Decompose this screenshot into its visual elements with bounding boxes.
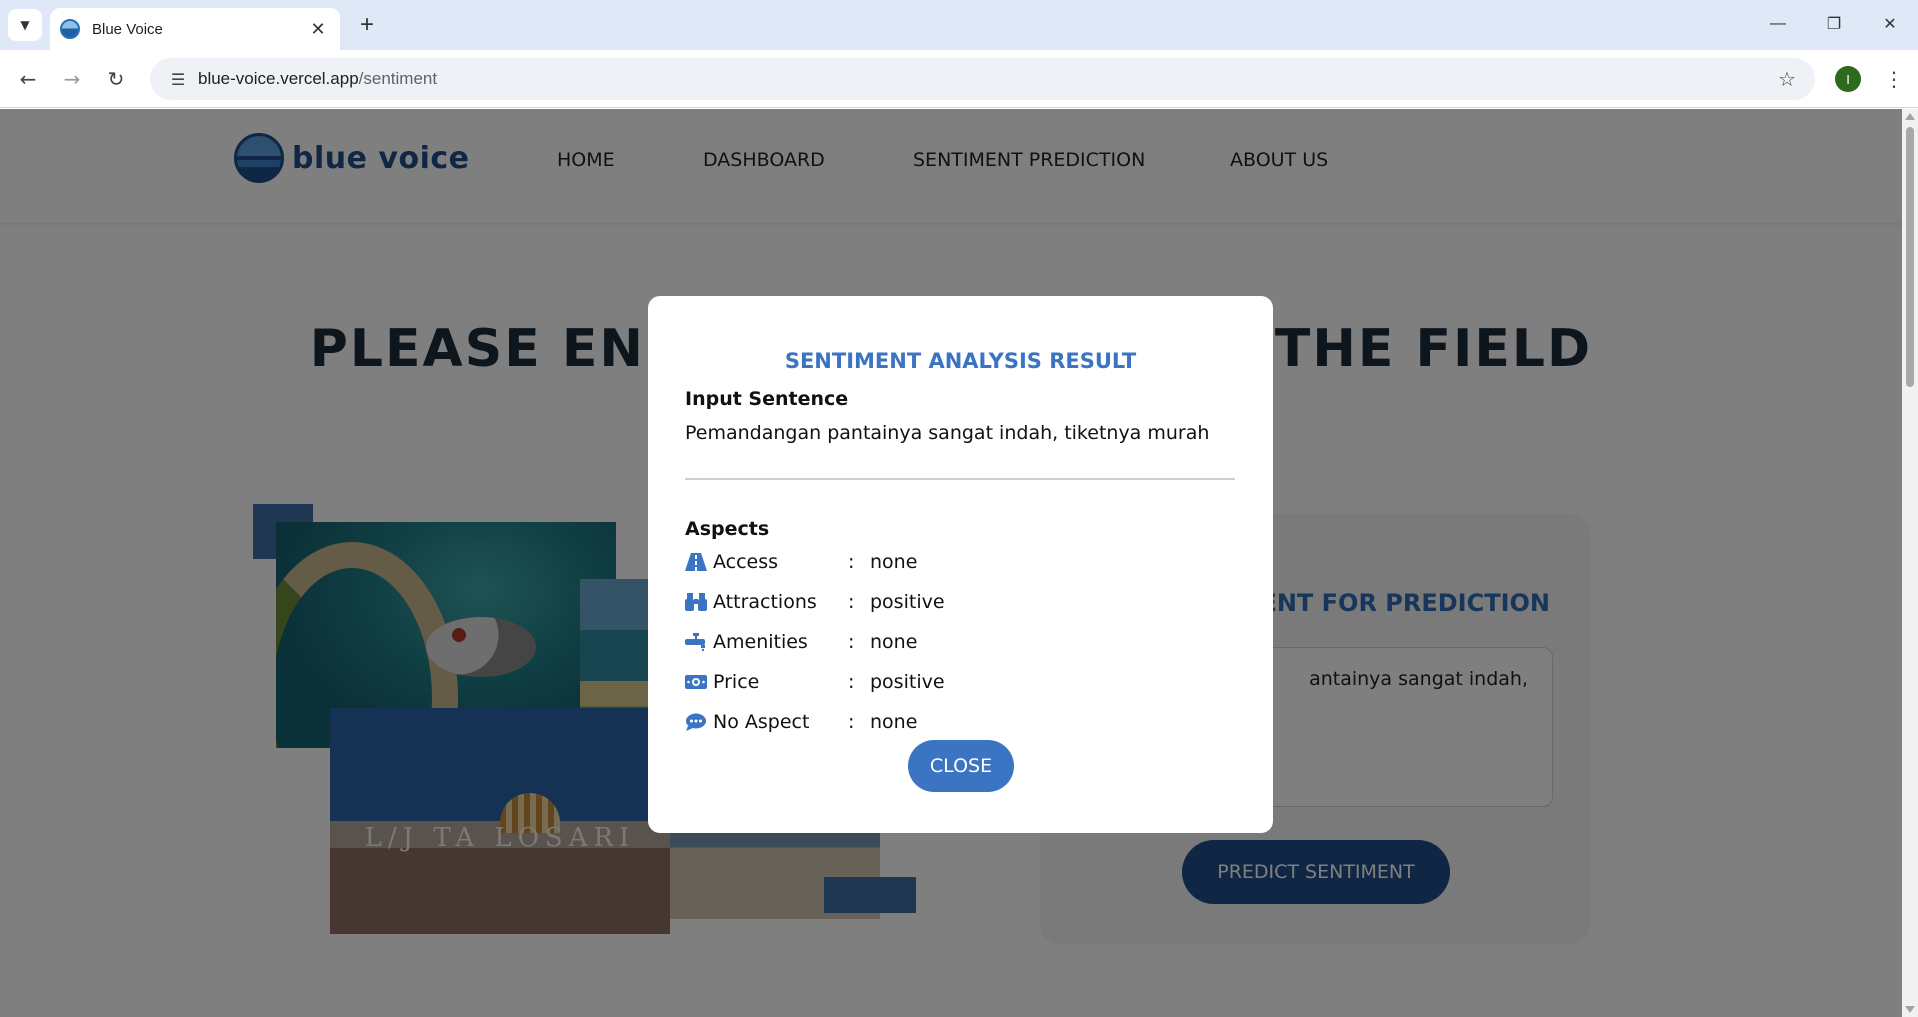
restore-button[interactable]: ❐ xyxy=(1806,0,1862,48)
arrow-left-icon: ← xyxy=(19,67,37,91)
aspect-separator: : xyxy=(848,671,855,693)
aspect-name: Amenities xyxy=(713,631,808,653)
input-sentence-text: Pemandangan pantainya sangat indah, tike… xyxy=(685,418,1235,480)
minimize-button[interactable]: — xyxy=(1750,0,1806,48)
new-tab-button[interactable]: + xyxy=(352,10,382,40)
sentiment-result-modal: SENTIMENT ANALYSIS RESULT Input Sentence… xyxy=(648,296,1273,833)
url-path: /sentiment xyxy=(358,69,438,88)
aspect-separator: : xyxy=(848,631,855,653)
aspect-row-amenities: Amenities : none xyxy=(685,627,1020,657)
aspect-row-no-aspect: No Aspect : none xyxy=(685,707,1020,737)
tab-title: Blue Voice xyxy=(92,20,163,38)
forward-button[interactable]: → xyxy=(56,63,88,95)
aspect-row-access: Access : none xyxy=(685,547,1020,577)
input-sentence-label: Input Sentence xyxy=(685,388,849,410)
aspect-value: positive xyxy=(870,671,945,693)
modal-title: SENTIMENT ANALYSIS RESULT xyxy=(784,349,1137,373)
aspect-value: none xyxy=(870,551,918,573)
money-bill-icon xyxy=(685,672,713,692)
site-favicon-icon xyxy=(60,19,80,39)
scroll-down-icon[interactable] xyxy=(1905,1006,1915,1013)
page-viewport: blue voice HOME DASHBOARD SENTIMENT PRED… xyxy=(0,109,1902,1017)
aspect-name: Access xyxy=(713,551,779,573)
scroll-up-icon[interactable] xyxy=(1905,113,1915,120)
bookmark-star-icon[interactable]: ☆ xyxy=(1767,67,1807,91)
browser-tab[interactable]: Blue Voice ✕ xyxy=(50,8,340,50)
close-button[interactable]: CLOSE xyxy=(908,740,1014,792)
reload-button[interactable]: ↻ xyxy=(100,63,132,95)
aspect-value: positive xyxy=(870,591,945,613)
page-scrollbar[interactable] xyxy=(1902,109,1918,1017)
faucet-icon xyxy=(685,632,713,652)
chevron-down-icon: ▼ xyxy=(20,18,30,32)
aspect-separator: : xyxy=(848,591,855,613)
aspect-separator: : xyxy=(848,711,855,733)
close-icon: ✕ xyxy=(1883,16,1897,33)
browser-toolbar: ← → ↻ ☰ blue-voice.vercel.app/sentiment … xyxy=(0,50,1918,108)
comment-dots-icon xyxy=(685,712,713,732)
scrollbar-thumb[interactable] xyxy=(1906,127,1914,387)
binoculars-icon xyxy=(685,592,713,612)
browser-tab-strip: ▼ Blue Voice ✕ + — ❐ ✕ xyxy=(0,0,1918,50)
close-icon[interactable]: ✕ xyxy=(306,19,330,40)
arrow-right-icon: → xyxy=(63,67,81,91)
aspect-name: Attractions xyxy=(713,591,817,613)
aspects-label: Aspects xyxy=(685,518,770,540)
site-settings-icon[interactable]: ☰ xyxy=(158,70,198,89)
aspect-row-attractions: Attractions : positive xyxy=(685,587,1020,617)
reload-icon: ↻ xyxy=(107,67,125,91)
aspect-value: none xyxy=(870,631,918,653)
window-close-button[interactable]: ✕ xyxy=(1862,0,1918,48)
restore-icon: ❐ xyxy=(1826,16,1842,33)
aspect-row-price: Price : positive xyxy=(685,667,1020,697)
url-text[interactable]: blue-voice.vercel.app/sentiment xyxy=(198,69,1767,89)
tab-search-button[interactable]: ▼ xyxy=(8,9,42,41)
address-bar[interactable]: ☰ blue-voice.vercel.app/sentiment ☆ xyxy=(150,58,1815,100)
plus-icon: + xyxy=(359,11,374,38)
road-icon xyxy=(685,552,713,572)
url-host: blue-voice.vercel.app xyxy=(198,69,359,88)
browser-menu-icon[interactable]: ⋮ xyxy=(1880,63,1908,95)
aspect-value: none xyxy=(870,711,918,733)
aspect-name: No Aspect xyxy=(713,711,810,733)
minimize-icon: — xyxy=(1770,15,1786,32)
profile-avatar[interactable]: I xyxy=(1835,66,1861,92)
aspect-name: Price xyxy=(713,671,760,693)
aspect-separator: : xyxy=(848,551,855,573)
back-button[interactable]: ← xyxy=(12,63,44,95)
